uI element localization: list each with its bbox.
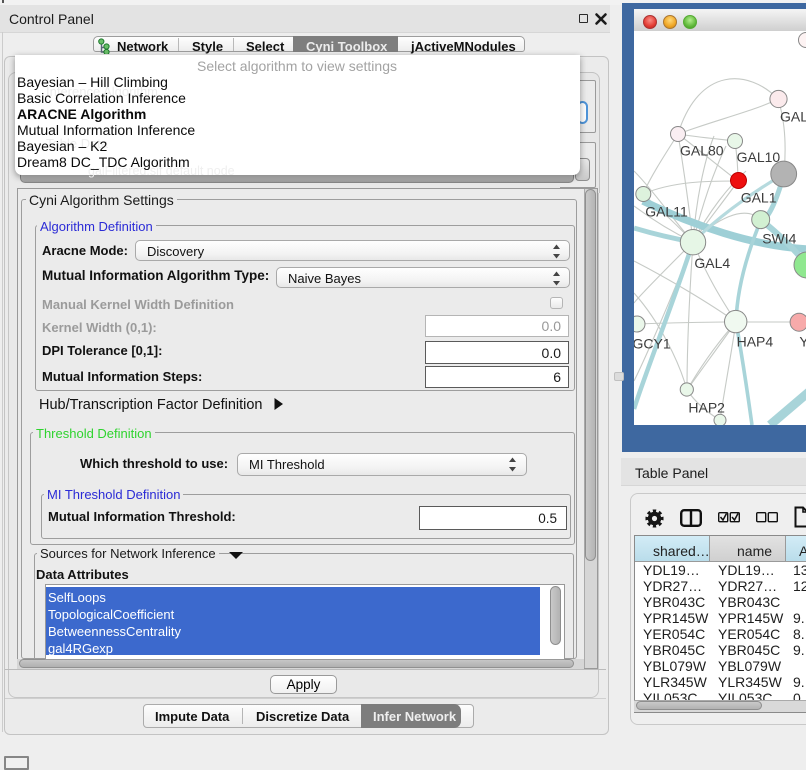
- svg-text:SWI4: SWI4: [762, 231, 796, 247]
- svg-text:Y: Y: [799, 334, 806, 350]
- svg-text:GAL10: GAL10: [737, 149, 781, 165]
- svg-text:GAL11: GAL11: [645, 204, 688, 220]
- svg-text:HAP4: HAP4: [737, 334, 774, 350]
- svg-text:GAL4: GAL4: [694, 255, 730, 271]
- svg-text:GCY1: GCY1: [634, 336, 671, 352]
- svg-text:GAL1: GAL1: [741, 190, 777, 206]
- svg-text:GAL80: GAL80: [680, 143, 724, 159]
- svg-text:HAP2: HAP2: [688, 400, 725, 416]
- svg-text:GAL: GAL: [780, 109, 806, 125]
